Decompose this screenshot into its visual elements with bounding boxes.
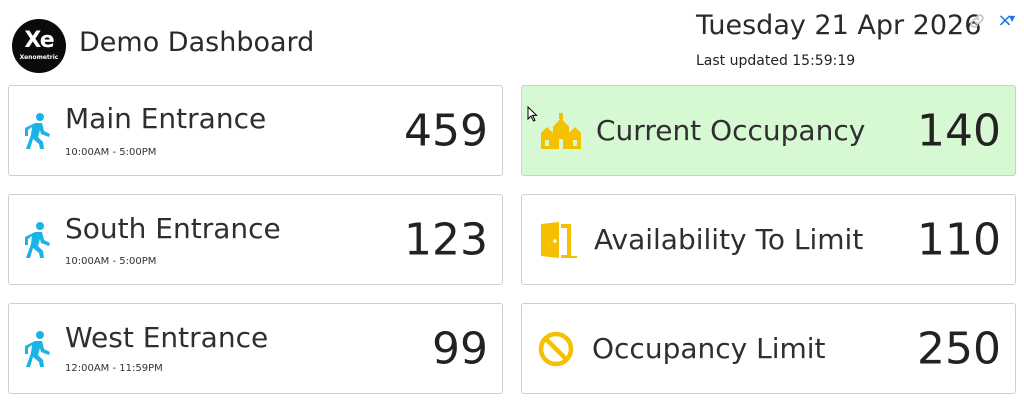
entrance-count: 99 [432, 323, 488, 374]
entrance-count: 459 [404, 105, 488, 156]
stat-title: Current Occupancy [596, 114, 866, 147]
door-icon [536, 220, 580, 260]
entrance-hours: 10:00AM - 5:00PM [65, 147, 157, 158]
stat-value: 140 [917, 105, 1001, 156]
link-icon[interactable] [966, 10, 988, 32]
entrance-hours: 10:00AM - 5:00PM [65, 256, 157, 267]
page-title: Demo Dashboard [79, 27, 315, 58]
stat-title: Availability To Limit [594, 223, 864, 256]
stat-card-current-occupancy[interactable]: Current Occupancy 140 [521, 85, 1016, 176]
entrance-title: West Entrance [65, 321, 269, 354]
walking-person-icon [23, 220, 53, 260]
stat-card-occupancy-limit[interactable]: Occupancy Limit 250 [521, 303, 1016, 394]
xenometric-logo: Xe Xenometric [12, 19, 66, 73]
stat-title: Occupancy Limit [592, 332, 826, 365]
walking-person-icon [23, 329, 53, 369]
prohibited-icon [536, 329, 576, 369]
walking-person-icon [23, 111, 53, 151]
building-icon [537, 111, 585, 151]
entrance-title: South Entrance [65, 212, 281, 245]
entrance-hours: 12:00AM - 11:59PM [65, 363, 163, 374]
last-updated-text: Last updated 15:59:19 [696, 53, 856, 69]
entrance-count: 123 [404, 214, 488, 265]
stat-value: 250 [917, 323, 1001, 374]
stat-card-availability[interactable]: Availability To Limit 110 [521, 194, 1016, 285]
date-display: Tuesday 21 Apr 2026 [696, 10, 982, 41]
chevron-down-icon[interactable]: ▼ [1009, 14, 1015, 23]
entrance-card-west[interactable]: West Entrance 12:00AM - 11:59PM 99 [8, 303, 503, 394]
entrance-title: Main Entrance [65, 102, 267, 135]
logo-mark: Xe [24, 27, 54, 53]
logo-subtext: Xenometric [19, 53, 59, 61]
mouse-cursor-icon [527, 105, 538, 126]
entrance-card-south[interactable]: South Entrance 10:00AM - 5:00PM 123 [8, 194, 503, 285]
stat-value: 110 [917, 214, 1001, 265]
entrance-card-main[interactable]: Main Entrance 10:00AM - 5:00PM 459 [8, 85, 503, 176]
